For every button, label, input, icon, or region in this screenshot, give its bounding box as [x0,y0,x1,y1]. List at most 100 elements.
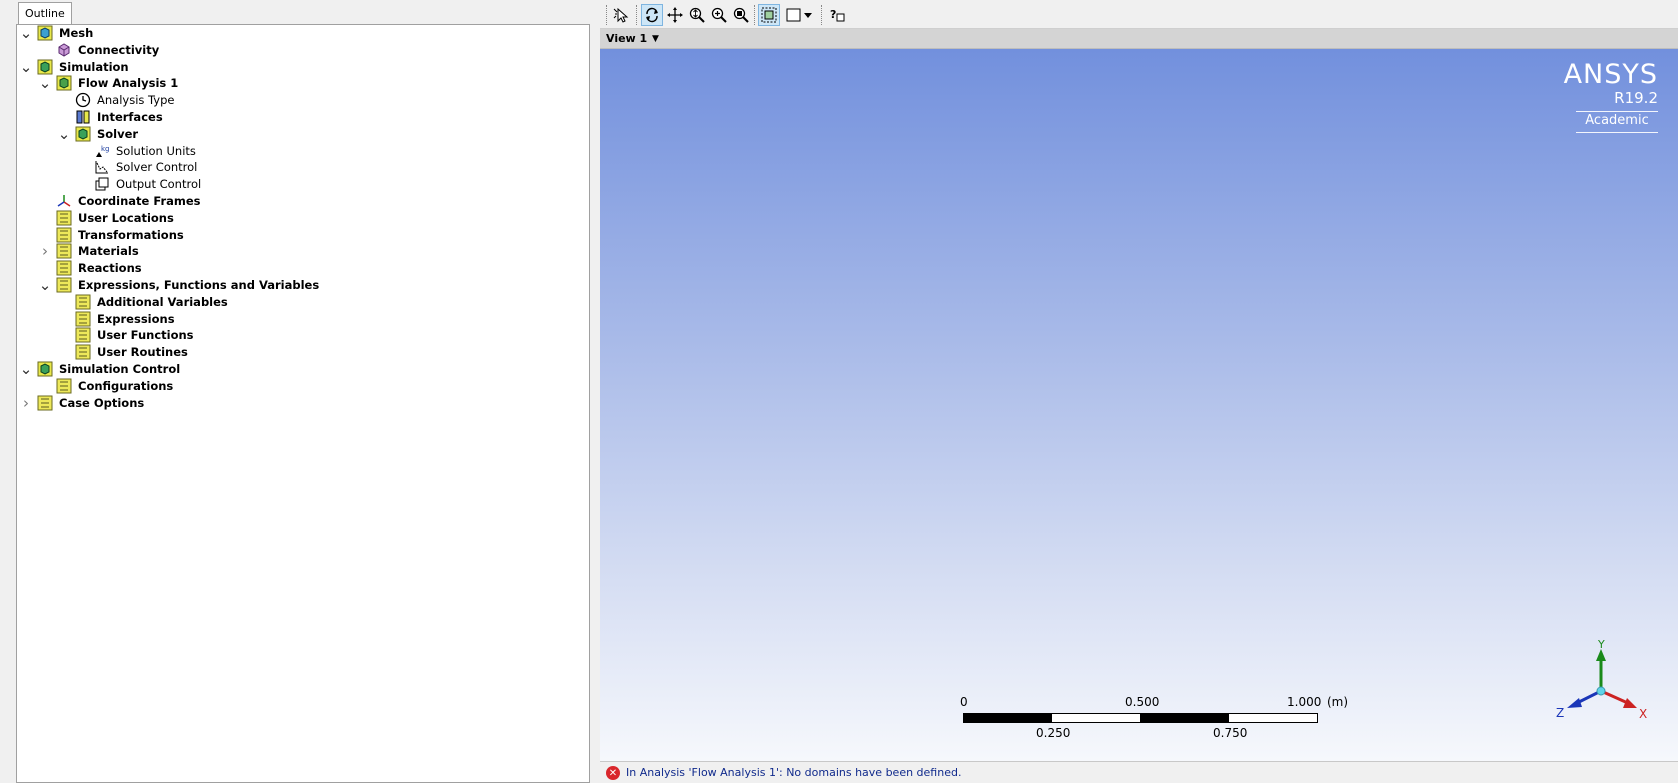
status-bar: ✕ In Analysis 'Flow Analysis 1': No doma… [600,761,1678,783]
tree-item-label: Reactions [78,261,142,276]
chevron-down-icon[interactable]: ⌄ [38,76,52,91]
axis-triad: Y X Z [1556,638,1647,721]
help-icon[interactable]: ? [826,4,848,26]
coordinate-frames-icon [56,193,72,209]
tree-item-label: Solver Control [116,160,198,175]
scale-segment [963,713,1052,723]
tree-item[interactable]: Transformations [38,226,184,244]
clock-icon [75,92,91,108]
tab-outline[interactable]: Outline [18,2,72,24]
tree-item-label: Additional Variables [97,294,228,309]
scale-label: 0.500 [1125,695,1160,709]
left-pane: Outline ⌄ Mesh Connectivity ⌄ Simulation ⌄ Flo… [0,0,600,783]
tree-item-label: Solution Units [116,143,196,158]
rotate-icon[interactable] [641,4,663,26]
scale-label: 0.750 [1213,726,1248,740]
folder-icon [37,395,53,411]
chevron-down-icon[interactable]: ▼ [652,34,659,44]
tree-item[interactable]: User Routines [57,343,188,361]
zoom-box-icon[interactable] [708,4,730,26]
tree-item-label: Materials [78,244,139,259]
view-toolbar: ? [600,0,1678,29]
tree-item[interactable]: ⌄ Flow Analysis 1 [38,74,178,92]
select-icon[interactable] [610,4,632,26]
solution-units-icon: kg [94,143,110,159]
error-icon: ✕ [606,766,620,780]
tree-item[interactable]: ⌄ Mesh [19,24,93,42]
tree-item-label: User Routines [97,345,188,360]
tree-item[interactable]: ⌄ Simulation Control [19,360,180,378]
folder-icon [56,277,72,293]
tree-item[interactable]: Reactions [38,259,142,277]
toolbar-separator [754,5,755,25]
tree-item-label: Case Options [59,395,145,410]
scale-segment [1140,713,1229,723]
folder-icon [56,378,72,394]
tree-item-label: Expressions [97,311,175,326]
display-mode-icon[interactable] [784,4,816,26]
tree-item-label: Simulation Control [59,362,181,376]
tree-item[interactable]: › Materials [38,242,139,260]
status-message[interactable]: In Analysis 'Flow Analysis 1': No domain… [626,766,961,779]
tree-item[interactable]: ⌄ Solver [57,125,138,143]
tree-item-label: Configurations [78,378,174,393]
tree-item[interactable]: User Locations [38,209,174,227]
chevron-down-icon[interactable]: ⌄ [19,362,33,377]
chevron-right-icon[interactable]: › [38,242,52,260]
tree-item[interactable]: User Functions [57,326,194,344]
fit-view-icon[interactable] [758,4,780,26]
scale-label: 0.250 [1036,726,1071,740]
tree-item[interactable]: Analysis Type [57,91,174,109]
scale-label: 1.000 [1287,695,1322,709]
chevron-down-icon[interactable]: ⌄ [38,278,52,293]
folder-icon [56,260,72,276]
tree-item[interactable]: Configurations [38,377,173,395]
tree-item[interactable]: › Case Options [19,394,144,412]
tree-item[interactable]: Solver Control [76,158,197,176]
folder-icon [56,243,72,259]
solver-icon [75,126,91,142]
chevron-right-icon[interactable]: › [19,394,33,412]
x-axis-label: X [1639,707,1647,721]
scale-bar: 0 0.500 1.000 (m) 0.250 0.750 [600,49,1678,761]
tree-item-label: Simulation [59,59,129,74]
tree-item-label: Expressions, Functions and Variables [78,278,320,292]
tree-item[interactable]: Output Control [76,175,201,193]
chevron-down-icon[interactable]: ⌄ [57,126,71,141]
folder-icon [75,294,91,310]
pan-icon[interactable] [664,4,686,26]
tree-item[interactable]: Expressions [57,310,175,328]
scale-unit: (m) [1327,695,1349,709]
chevron-down-icon[interactable]: ⌄ [19,26,33,41]
tree-item[interactable]: Coordinate Frames [38,192,201,210]
simulation-icon [37,59,53,75]
zoom-fit-icon[interactable] [730,4,752,26]
tree-item-label: Flow Analysis 1 [78,76,179,91]
tree-item-label: Interfaces [97,110,163,124]
folder-icon [56,210,72,226]
tree-item-label: Output Control [116,177,202,192]
tree-item[interactable]: ⌄ Simulation [19,58,129,76]
tree-item-label: User Functions [97,328,194,343]
scale-segment [1228,713,1318,723]
3d-viewport[interactable]: ANSYS R19.2 Academic 0 0.500 1.000 (m) 0… [600,49,1678,761]
tree-item[interactable]: ⌄ Expressions, Functions and Variables [38,276,319,294]
tree-item-label: Coordinate Frames [78,194,201,208]
chevron-down-icon[interactable]: ⌄ [19,59,33,74]
tree-item[interactable]: Additional Variables [57,293,228,311]
tree-item-label: Transformations [78,227,184,242]
interfaces-icon [75,109,91,125]
tree-item[interactable]: kg Solution Units [76,142,196,160]
view-selector-label[interactable]: View 1 [606,32,647,45]
tree-item[interactable]: Interfaces [57,108,163,126]
tree-item[interactable]: Connectivity [38,41,159,59]
outline-tree: ⌄ Mesh Connectivity ⌄ Simulation ⌄ Flow Analys… [16,24,590,783]
zoom-icon[interactable] [686,4,708,26]
